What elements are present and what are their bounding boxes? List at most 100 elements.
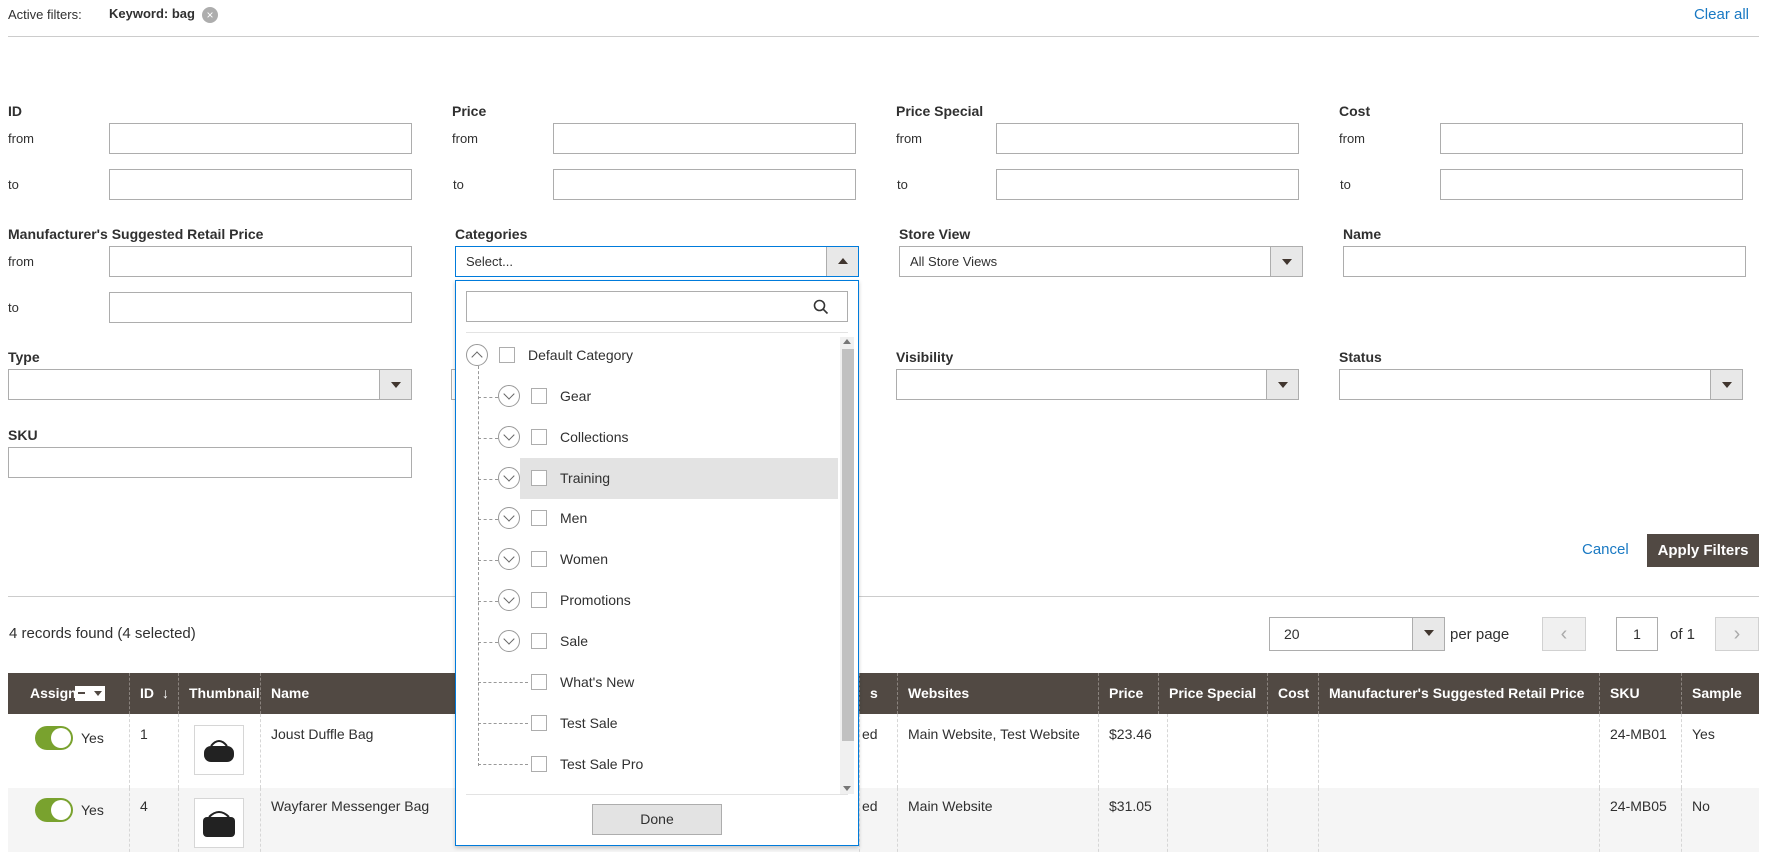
msrp-column-header[interactable]: Manufacturer's Suggested Retail Price	[1318, 673, 1599, 714]
category-checkbox[interactable]	[531, 470, 547, 486]
price-special-from-input[interactable]	[996, 123, 1299, 154]
cost-to-input[interactable]	[1440, 169, 1743, 200]
name-input[interactable]	[1343, 246, 1746, 277]
messenger-bag-icon	[203, 811, 235, 837]
collapse-icon[interactable]	[466, 344, 488, 366]
price-column-header[interactable]: Price	[1098, 673, 1149, 714]
table-row[interactable]: Yes 1 Joust Duffle Bag ed Main Website, …	[8, 714, 1759, 788]
visibility-select[interactable]	[896, 369, 1299, 400]
sku-column-header[interactable]: SKU	[1599, 673, 1681, 714]
category-root-label[interactable]: Default Category	[528, 335, 633, 376]
expand-icon[interactable]	[498, 467, 520, 489]
expand-icon[interactable]	[498, 630, 520, 652]
name-column-header[interactable]: Name	[260, 673, 463, 714]
category-checkbox[interactable]	[531, 388, 547, 404]
expand-icon[interactable]	[498, 589, 520, 611]
expand-icon[interactable]	[498, 385, 520, 407]
scrollbar[interactable]	[840, 337, 854, 794]
cost-cell	[1267, 714, 1318, 788]
categories-filter-label: Categories	[455, 226, 528, 242]
msrp-to-input[interactable]	[109, 292, 412, 323]
active-filters-label: Active filters:	[8, 7, 82, 22]
thumbnail-cell	[178, 714, 260, 788]
price-special-column-header[interactable]: Price Special	[1158, 673, 1267, 714]
id-from-input[interactable]	[109, 123, 412, 154]
category-item-sale[interactable]: Sale	[560, 621, 588, 662]
next-page-button[interactable]: ›	[1715, 617, 1759, 651]
caret-down-icon[interactable]	[1266, 370, 1298, 399]
mass-select-toggle[interactable]	[75, 686, 105, 701]
scroll-up-icon[interactable]	[843, 339, 851, 344]
expand-icon[interactable]	[498, 507, 520, 529]
category-checkbox[interactable]	[531, 551, 547, 567]
apply-filters-button[interactable]: Apply Filters	[1647, 534, 1759, 567]
caret-down-icon[interactable]	[1270, 247, 1302, 276]
type-select[interactable]	[8, 369, 412, 400]
product-thumbnail[interactable]	[194, 798, 244, 848]
tree-line	[478, 519, 498, 520]
table-row[interactable]: Yes 4 Wayfarer Messenger Bag ed Main Web…	[8, 788, 1759, 852]
done-button[interactable]: Done	[592, 804, 722, 835]
category-checkbox[interactable]	[531, 510, 547, 526]
category-item-collections[interactable]: Collections	[560, 417, 628, 458]
expand-icon[interactable]	[498, 548, 520, 570]
page-input[interactable]: 1	[1616, 617, 1658, 651]
per-page-select[interactable]: 20	[1269, 617, 1445, 651]
cancel-button[interactable]: Cancel	[1582, 541, 1629, 558]
id-to-input[interactable]	[109, 169, 412, 200]
sku-filter-label: SKU	[8, 427, 38, 443]
category-checkbox[interactable]	[531, 592, 547, 608]
expand-icon[interactable]	[498, 426, 520, 448]
category-checkbox[interactable]	[531, 633, 547, 649]
caret-up-icon[interactable]	[826, 247, 858, 276]
price-cell: $31.05	[1098, 788, 1167, 852]
category-checkbox[interactable]	[531, 756, 547, 772]
cost-from-input[interactable]	[1440, 123, 1743, 154]
sample-column-header[interactable]: Sample	[1681, 673, 1759, 714]
category-search-input[interactable]	[466, 291, 848, 322]
id-column-header[interactable]: ID ↓	[129, 673, 178, 714]
category-item-gear[interactable]: Gear	[560, 376, 591, 417]
websites-column-header[interactable]: Websites	[897, 673, 1098, 714]
tree-line	[478, 601, 498, 602]
cost-filter-label: Cost	[1339, 103, 1371, 119]
tree-line	[478, 560, 498, 561]
clear-all-link[interactable]: Clear all	[1694, 6, 1749, 23]
categories-dropdown: Default Category Gear Collections Traini…	[455, 280, 859, 846]
store-view-select[interactable]: All Store Views	[899, 246, 1303, 277]
caret-down-icon[interactable]	[379, 370, 411, 399]
scroll-down-icon[interactable]	[843, 786, 851, 791]
prev-page-button[interactable]: ‹	[1542, 617, 1586, 651]
caret-down-icon[interactable]	[1412, 618, 1444, 650]
status-select[interactable]	[1339, 369, 1743, 400]
sku-input[interactable]	[8, 447, 412, 478]
category-item-men[interactable]: Men	[560, 498, 587, 539]
cost-column-header[interactable]: Cost	[1267, 673, 1318, 714]
category-checkbox[interactable]	[499, 347, 515, 363]
scrollbar-thumb[interactable]	[842, 349, 854, 741]
assign-toggle[interactable]	[35, 726, 73, 750]
category-checkbox[interactable]	[531, 674, 547, 690]
categories-select[interactable]: Select...	[455, 246, 859, 277]
price-from-input[interactable]	[553, 123, 856, 154]
price-to-input[interactable]	[553, 169, 856, 200]
price-special-to-label: to	[897, 177, 908, 192]
status-column-header[interactable]: s	[859, 673, 897, 714]
category-item-promotions[interactable]: Promotions	[560, 580, 631, 621]
category-item-test-sale-pro[interactable]: Test Sale Pro	[560, 744, 643, 785]
category-item-whats-new[interactable]: What's New	[560, 662, 634, 703]
price-special-to-input[interactable]	[996, 169, 1299, 200]
search-icon[interactable]	[813, 299, 829, 315]
caret-down-icon[interactable]	[1710, 370, 1742, 399]
product-thumbnail[interactable]	[194, 725, 244, 775]
category-checkbox[interactable]	[531, 429, 547, 445]
category-item-training[interactable]: Training	[560, 458, 610, 499]
assign-toggle[interactable]	[35, 798, 73, 822]
thumbnail-column-header[interactable]: Thumbnail	[178, 673, 260, 714]
category-item-test-sale[interactable]: Test Sale	[560, 703, 618, 744]
msrp-from-input[interactable]	[109, 246, 412, 277]
assign-column-header[interactable]: Assign	[8, 673, 129, 714]
category-checkbox[interactable]	[531, 715, 547, 731]
category-item-women[interactable]: Women	[560, 539, 608, 580]
remove-filter-icon[interactable]: ×	[202, 7, 218, 23]
